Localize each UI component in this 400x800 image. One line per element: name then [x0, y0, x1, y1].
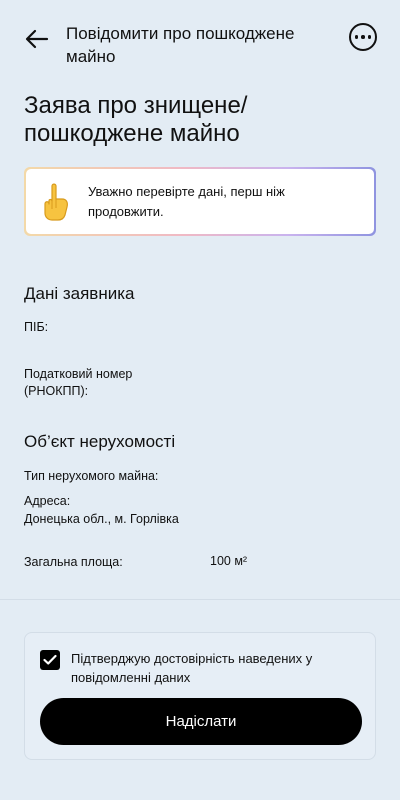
- applicant-section-title: Дані заявника: [24, 284, 135, 303]
- submit-button[interactable]: Надіслати: [40, 698, 362, 745]
- page-title: Заява про знищене/ пошкоджене майно: [24, 92, 248, 147]
- property-section-title: Об’єкт нерухомості: [24, 432, 176, 451]
- notice-text: Уважно перевірте дані, перш ніж продовжи…: [88, 183, 285, 219]
- area-value: 100 м²: [210, 554, 248, 568]
- pointing-finger-icon: [44, 183, 68, 221]
- screen: Повідомити про пошкоджене майно Заява пр…: [0, 0, 400, 800]
- area-label: Загальна площа:: [24, 555, 123, 569]
- tax-number-label: Податковий номер (РНОКПП):: [24, 367, 133, 398]
- more-horizontal-icon: [354, 35, 359, 39]
- divider: [0, 599, 400, 600]
- full-name-label: ПІБ:: [24, 320, 49, 334]
- more-options-button[interactable]: [349, 23, 377, 51]
- address-value: Донецька обл., м. Горлівка: [24, 512, 179, 526]
- back-button[interactable]: [22, 24, 52, 54]
- more-dot: [361, 35, 365, 39]
- address-label: Адреса:: [24, 494, 71, 508]
- app-header: Повідомити про пошкоджене майно: [0, 0, 400, 80]
- arrow-left-icon: [25, 29, 49, 49]
- more-dot: [367, 35, 372, 39]
- confirm-text: Підтверджую достовірність наведених у по…: [71, 651, 313, 685]
- notice-card: Уважно перевірте дані, перш ніж продовжи…: [24, 167, 376, 236]
- checkmark-icon: [43, 654, 57, 665]
- confirm-checkbox[interactable]: [40, 650, 60, 670]
- property-type-label: Тип нерухомого майна:: [24, 469, 159, 483]
- header-title: Повідомити про пошкоджене майно: [66, 24, 295, 66]
- notice-card-inner: Уважно перевірте дані, перш ніж продовжи…: [26, 169, 374, 234]
- confirm-card: Підтверджую достовірність наведених у по…: [24, 632, 376, 760]
